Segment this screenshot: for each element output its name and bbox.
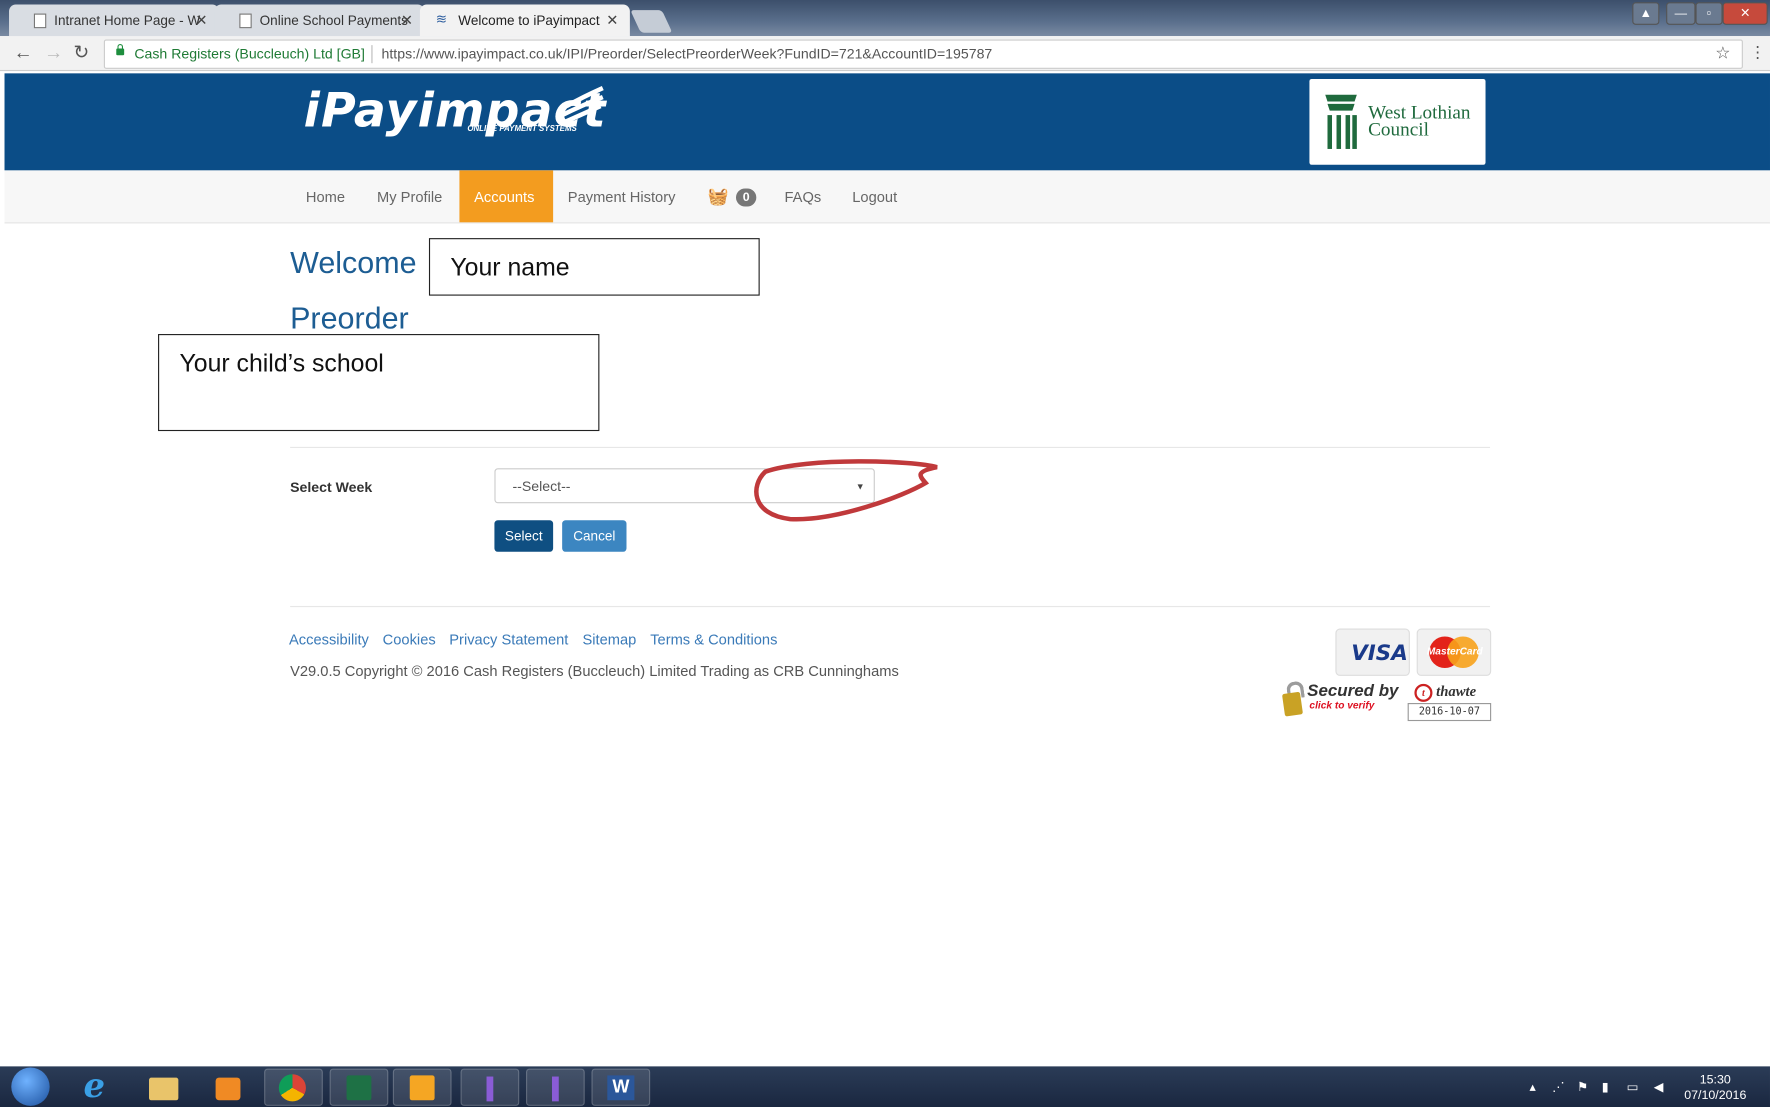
mastercard-text: MasterCard [1426, 645, 1483, 657]
secured-by-text: Secured by [1307, 681, 1399, 701]
app-icon-1[interactable] [460, 1068, 520, 1106]
chrome-icon[interactable] [264, 1068, 323, 1106]
url-text[interactable]: https://www.ipayimpact.co.uk/IPI/Preorde… [382, 41, 993, 68]
omnibox-divider [371, 45, 373, 64]
forward-arrow-icon[interactable]: → [44, 42, 63, 65]
preorder-heading: Preorder [290, 301, 409, 336]
new-tab-button[interactable] [630, 10, 673, 33]
clock-date: 07/10/2016 [1684, 1088, 1747, 1103]
visa-text: VISA [1351, 640, 1408, 666]
padlock-body [1281, 691, 1304, 717]
network-icon[interactable]: ⋰ [1552, 1080, 1564, 1095]
tab-title: Online School Payments [259, 12, 408, 29]
nav-my-profile[interactable]: My Profile [377, 188, 442, 205]
visa-card-icon: VISA [1335, 628, 1410, 676]
bookmark-star-icon[interactable]: ☆ [1715, 41, 1730, 68]
west-lothian-council-logo[interactable]: West Lothian Council [1309, 78, 1486, 165]
school-text: Your child’s school [179, 348, 384, 377]
select-week-value: --Select-- [512, 478, 571, 495]
browser-tab-ipayimpact[interactable]: ≋ Welcome to iPayimpact ✕ [419, 4, 630, 37]
footer-link-privacy[interactable]: Privacy Statement [449, 631, 568, 648]
close-tab-icon[interactable]: ✕ [401, 11, 413, 29]
close-tab-icon[interactable]: ✕ [606, 11, 618, 29]
nav-home[interactable]: Home [306, 188, 345, 205]
clock-time: 15:30 [1699, 1073, 1731, 1087]
nav-logout[interactable]: Logout [852, 188, 897, 205]
basket-icon[interactable]: 🧺 [708, 186, 729, 206]
word-icon[interactable]: W [591, 1068, 651, 1106]
nav-payment-history[interactable]: Payment History [568, 188, 676, 205]
close-tab-icon[interactable]: ✕ [195, 11, 207, 29]
action-center-flag-icon[interactable]: ⚑ [1577, 1080, 1588, 1095]
address-bar[interactable]: Cash Registers (Buccleuch) Ltd [GB] http… [103, 39, 1743, 69]
footer-link-sitemap[interactable]: Sitemap [582, 631, 636, 648]
welcome-heading: Welcome [290, 245, 417, 280]
display-icon[interactable]: ▭ [1627, 1080, 1639, 1095]
close-window-button[interactable]: ✕ [1722, 2, 1768, 25]
app-icon-2[interactable] [526, 1068, 585, 1106]
reload-icon[interactable]: ↻ [73, 42, 89, 65]
main-navigation: Home My Profile Accounts Payment History… [4, 170, 1770, 224]
logo-swoosh-icon [558, 85, 604, 127]
windows-start-button[interactable] [11, 1067, 50, 1106]
back-arrow-icon[interactable]: ← [14, 42, 33, 65]
browser-menu-icon[interactable]: ⋮ [1750, 43, 1766, 62]
tab-title: Intranet Home Page - W [54, 12, 201, 29]
site-header: iPayimpact ONLINE PAYMENT SYSTEMS [4, 73, 1770, 171]
council-crest-icon [1325, 94, 1357, 149]
windows-taskbar: e W ▴ ⋰ ⚑ ▮ ▭ ◀ 15:30 07/10/2016 [0, 1066, 1770, 1107]
red-circle-annotation [754, 459, 938, 522]
excel-icon[interactable] [329, 1068, 389, 1106]
nav-faqs[interactable]: FAQs [785, 188, 822, 205]
thawte-t-icon: t [1414, 683, 1433, 702]
user-icon[interactable]: ▲ [1632, 2, 1660, 25]
mastercard-icon: MasterCard [1416, 628, 1492, 676]
browser-tab-bar: Intranet Home Page - W ✕ Online School P… [0, 0, 1770, 37]
internet-explorer-icon[interactable]: e [70, 1066, 129, 1105]
lock-icon [116, 44, 125, 56]
thawte-logo: t thawte [1414, 683, 1476, 702]
your-name-text: Your name [450, 252, 570, 281]
click-to-verify-text: click to verify [1309, 699, 1375, 711]
outlook-icon[interactable] [392, 1068, 452, 1106]
browser-tab-school-payments[interactable]: Online School Payments ✕ [214, 4, 425, 37]
footer-link-accessibility[interactable]: Accessibility [289, 631, 369, 648]
footer-link-cookies[interactable]: Cookies [383, 631, 436, 648]
school-annotation: Your child’s school [158, 334, 600, 432]
browser-toolbar: ← → ↻ Cash Registers (Buccleuch) Ltd [GB… [0, 36, 1770, 72]
page-icon [239, 13, 252, 29]
thawte-text: thawte [1436, 682, 1477, 700]
power-icon[interactable]: ▮ [1602, 1080, 1609, 1095]
ipayimpact-favicon-icon: ≋ [435, 11, 448, 28]
council-name: West Lothian Council [1368, 103, 1470, 140]
nav-accounts[interactable]: Accounts [459, 170, 554, 223]
footer-divider [290, 605, 1491, 608]
maximize-button[interactable]: ▫ [1695, 2, 1723, 25]
tab-title: Welcome to iPayimpact [458, 12, 600, 29]
council-name-line2: Council [1368, 118, 1429, 140]
basket-count-badge: 0 [735, 188, 757, 207]
browser-tab-intranet[interactable]: Intranet Home Page - W ✕ [9, 4, 219, 37]
select-button[interactable]: Select [494, 520, 554, 552]
select-week-label: Select Week [290, 479, 373, 496]
divider [290, 446, 1491, 448]
nav-accounts-label: Accounts [474, 188, 535, 206]
footer-link-terms[interactable]: Terms & Conditions [650, 631, 777, 648]
copyright-text: V29.0.5 Copyright © 2016 Cash Registers … [290, 662, 899, 680]
media-player-icon[interactable] [199, 1069, 258, 1106]
cancel-button[interactable]: Cancel [562, 520, 627, 552]
your-name-annotation: Your name [428, 238, 760, 296]
file-explorer-icon[interactable] [135, 1069, 194, 1106]
show-hidden-icons[interactable]: ▴ [1530, 1080, 1536, 1095]
page-icon [33, 13, 47, 29]
thawte-secured-seal[interactable]: Secured by click to verify t thawte 2016… [1281, 679, 1492, 722]
system-clock[interactable]: 15:30 07/10/2016 [1684, 1072, 1746, 1104]
minimize-button[interactable]: — [1666, 2, 1696, 25]
volume-icon[interactable]: ◀ [1654, 1080, 1664, 1095]
secure-site-label[interactable]: Cash Registers (Buccleuch) Ltd [GB] [134, 41, 365, 68]
seal-date: 2016-10-07 [1407, 703, 1492, 722]
